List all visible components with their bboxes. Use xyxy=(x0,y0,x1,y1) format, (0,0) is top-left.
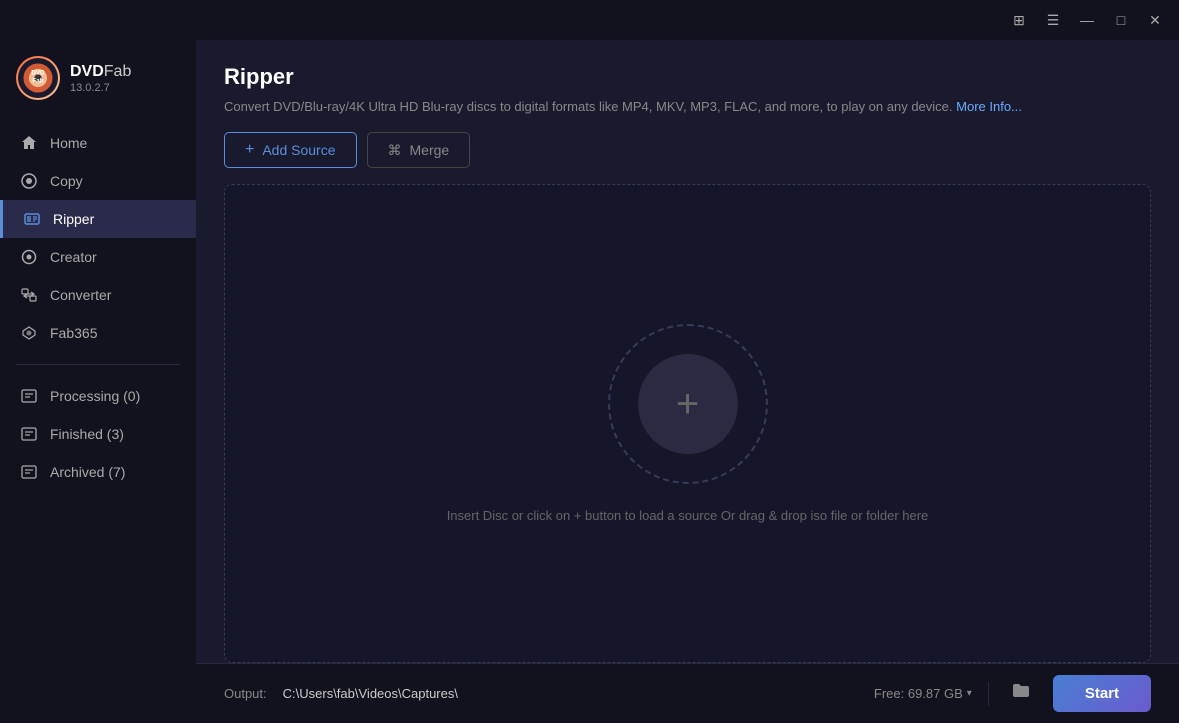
add-icon: + xyxy=(245,141,254,159)
menu-button[interactable]: ☰ xyxy=(1037,6,1069,34)
logo-text: DVDFab 13.0.2.7 xyxy=(70,62,131,93)
page-description: Convert DVD/Blu-ray/4K Ultra HD Blu-ray … xyxy=(224,98,1151,116)
sidebar-item-processing[interactable]: Processing (0) xyxy=(0,377,196,415)
output-path: C:\Users\fab\Videos\Captures\ xyxy=(283,686,858,701)
free-space-text: Free: 69.87 GB xyxy=(874,686,963,701)
copy-icon xyxy=(20,172,38,190)
puzzle-button[interactable]: ⊞ xyxy=(1003,6,1035,34)
page-header: Ripper Convert DVD/Blu-ray/4K Ultra HD B… xyxy=(196,40,1179,132)
vertical-divider xyxy=(988,682,989,706)
puzzle-icon: ⊞ xyxy=(1013,12,1025,29)
merge-label: Merge xyxy=(410,142,450,158)
browse-folder-button[interactable] xyxy=(1005,678,1037,710)
maximize-button[interactable]: □ xyxy=(1105,6,1137,34)
processing-icon xyxy=(20,387,38,405)
sidebar-label-ripper: Ripper xyxy=(53,211,94,227)
creator-icon xyxy=(20,248,38,266)
maximize-icon: □ xyxy=(1117,12,1125,28)
sidebar-item-finished[interactable]: Finished (3) xyxy=(0,415,196,453)
finished-icon xyxy=(20,425,38,443)
ripper-icon xyxy=(23,210,41,228)
sidebar-item-creator[interactable]: Creator xyxy=(0,238,196,276)
sidebar-item-home[interactable]: Home xyxy=(0,124,196,162)
minimize-icon: — xyxy=(1080,12,1094,28)
sidebar-label-finished: Finished (3) xyxy=(50,426,124,442)
app-version: 13.0.2.7 xyxy=(70,82,131,94)
add-source-button[interactable]: + Add Source xyxy=(224,132,357,168)
converter-icon xyxy=(20,286,38,304)
sidebar-item-archived[interactable]: Archived (7) xyxy=(0,453,196,491)
sidebar-item-copy[interactable]: Copy xyxy=(0,162,196,200)
logo-icon: DVD Fab xyxy=(16,56,60,100)
bottom-bar: Output: C:\Users\fab\Videos\Captures\ Fr… xyxy=(196,663,1179,723)
drop-plus-icon: + xyxy=(676,384,699,424)
sidebar-item-converter[interactable]: Converter xyxy=(0,276,196,314)
sidebar-label-fab365: Fab365 xyxy=(50,325,97,341)
fab365-icon xyxy=(20,324,38,342)
page-desc-text: Convert DVD/Blu-ray/4K Ultra HD Blu-ray … xyxy=(224,99,953,114)
start-button[interactable]: Start xyxy=(1053,675,1151,712)
menu-icon: ☰ xyxy=(1047,12,1060,29)
add-circle-outer: + xyxy=(608,324,768,484)
folder-icon xyxy=(1011,681,1031,706)
nav-bottom: Processing (0) Finished (3) xyxy=(0,373,196,495)
sidebar-label-processing: Processing (0) xyxy=(50,388,140,404)
main-layout: DVD Fab DVDFab 13.0.2.7 Home xyxy=(0,40,1179,723)
sidebar-label-converter: Converter xyxy=(50,287,111,303)
app-name: DVDFab xyxy=(70,62,131,81)
add-source-label: Add Source xyxy=(262,142,335,158)
output-label: Output: xyxy=(224,686,267,701)
minimize-button[interactable]: — xyxy=(1071,6,1103,34)
svg-text:DVD: DVD xyxy=(31,69,45,76)
merge-icon: ⌘ xyxy=(388,142,402,159)
add-circle-inner: + xyxy=(638,354,738,454)
toolbar: + Add Source ⌘ Merge xyxy=(196,132,1179,184)
more-info-link[interactable]: More Info... xyxy=(956,99,1022,114)
drop-hint-text: Insert Disc or click on + button to load… xyxy=(447,508,929,523)
sidebar-label-creator: Creator xyxy=(50,249,97,265)
sidebar: DVD Fab DVDFab 13.0.2.7 Home xyxy=(0,40,196,723)
window-controls: ⊞ ☰ — □ ✕ xyxy=(1003,6,1171,34)
title-bar: ⊞ ☰ — □ ✕ xyxy=(0,0,1179,40)
sidebar-label-copy: Copy xyxy=(50,173,83,189)
dropdown-arrow-icon[interactable]: ▾ xyxy=(967,688,972,699)
nav-divider xyxy=(16,364,180,365)
sidebar-label-home: Home xyxy=(50,135,87,151)
content-area: Ripper Convert DVD/Blu-ray/4K Ultra HD B… xyxy=(196,40,1179,723)
drop-zone[interactable]: + Insert Disc or click on + button to lo… xyxy=(224,184,1151,663)
page-title: Ripper xyxy=(224,64,1151,90)
sidebar-label-archived: Archived (7) xyxy=(50,464,125,480)
app-logo: DVD Fab DVDFab 13.0.2.7 xyxy=(0,40,196,120)
sidebar-item-ripper[interactable]: Ripper xyxy=(0,200,196,238)
close-button[interactable]: ✕ xyxy=(1139,6,1171,34)
nav-main: Home Copy xyxy=(0,120,196,356)
svg-text:Fab: Fab xyxy=(32,78,43,85)
merge-button[interactable]: ⌘ Merge xyxy=(367,132,471,168)
home-icon xyxy=(20,134,38,152)
archived-icon xyxy=(20,463,38,481)
free-space: Free: 69.87 GB ▾ xyxy=(874,686,972,701)
sidebar-item-fab365[interactable]: Fab365 xyxy=(0,314,196,352)
close-icon: ✕ xyxy=(1149,12,1161,29)
